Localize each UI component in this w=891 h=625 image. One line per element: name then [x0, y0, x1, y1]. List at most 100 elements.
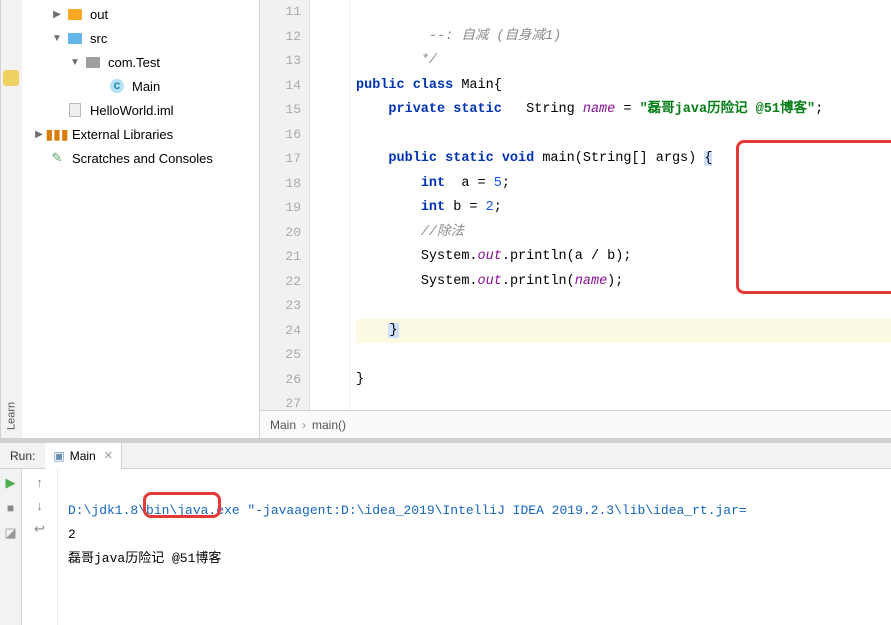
code-text: ; — [815, 102, 823, 117]
code-editor[interactable]: --: 自减 (自身减1) */ public class Main{ priv… — [350, 0, 891, 410]
code-text: name — [583, 102, 615, 117]
line-number: 12 — [260, 25, 301, 50]
tree-item-scratches[interactable]: ✎ Scratches and Consoles — [22, 146, 259, 170]
breadcrumb-item[interactable]: Main — [270, 418, 296, 432]
code-text: out — [478, 274, 502, 289]
console-line: 2 — [68, 527, 76, 542]
code-text: main(String[] args) — [534, 151, 704, 166]
code-text: int — [421, 176, 445, 191]
project-tree[interactable]: ▶ out ▼ src ▼ com.Test C Main Hello — [22, 0, 260, 438]
line-number: 15 — [260, 98, 301, 123]
highlight-box — [736, 140, 891, 294]
code-text: //除法 — [421, 225, 464, 240]
code-text: public class — [356, 78, 453, 93]
chevron-down-icon: ▼ — [50, 33, 64, 44]
line-number: 27 — [260, 392, 301, 410]
code-text: String — [502, 102, 583, 117]
gutter[interactable]: 11 12 13▶ 14 15 16▶ 17 18 19 20 21 22 23… — [260, 0, 310, 410]
chevron-right-icon: ▶ — [50, 9, 64, 20]
run-header: Run: ▣ Main ✕ — [0, 443, 891, 469]
console-line: D:\jdk1.8\bin\java.exe "-javaagent:D:\id… — [68, 503, 747, 518]
file-icon — [66, 101, 84, 119]
code-text: ; — [502, 176, 510, 191]
code-text: .println(a / b); — [502, 249, 632, 264]
line-number: 17 — [260, 147, 301, 172]
line-number: 26 — [260, 368, 301, 393]
run-toolbar-mid: ↑ ↓ ↩ — [22, 469, 58, 625]
tree-item-main-class[interactable]: C Main — [22, 74, 259, 98]
code-text: .println( — [502, 274, 575, 289]
line-number: 14 — [260, 74, 301, 99]
line-number: 19 — [260, 196, 301, 221]
code-text: */ — [421, 53, 437, 68]
learn-sidebar-tab[interactable]: Learn — [0, 0, 22, 438]
tree-item-iml[interactable]: HelloWorld.iml — [22, 98, 259, 122]
code-text: System. — [421, 249, 478, 264]
tree-item-package[interactable]: ▼ com.Test — [22, 50, 259, 74]
rerun-button[interactable]: ▶ — [6, 475, 16, 491]
code-text: "磊哥java历险记 @51博客" — [640, 102, 816, 117]
camera-icon[interactable]: ◪ — [4, 525, 16, 541]
run-label: Run: — [0, 449, 45, 463]
code-text: System. — [421, 274, 478, 289]
code-text: a = — [445, 176, 494, 191]
folder-icon — [66, 5, 84, 23]
class-icon: C — [108, 77, 126, 95]
tree-label: Main — [132, 79, 160, 94]
line-number: 11 — [260, 0, 301, 25]
code-text: private static — [388, 102, 501, 117]
close-icon[interactable]: ✕ — [104, 449, 113, 462]
code-text: 2 — [486, 200, 494, 215]
line-number: 13▶ — [260, 49, 301, 74]
line-number: 23 — [260, 294, 301, 319]
code-text: name — [575, 274, 607, 289]
line-number: 21 — [260, 245, 301, 270]
tree-label: HelloWorld.iml — [90, 103, 174, 118]
code-text: out — [478, 249, 502, 264]
code-text: 5 — [494, 176, 502, 191]
scratches-icon: ✎ — [48, 149, 66, 167]
code-text: { — [704, 151, 712, 166]
line-number: 20 — [260, 221, 301, 246]
code-text: int — [421, 200, 445, 215]
chevron-down-icon: ▼ — [68, 57, 82, 68]
code-text: public static void — [388, 151, 534, 166]
code-text: ; — [494, 200, 502, 215]
package-icon — [84, 53, 102, 71]
run-panel: Run: ▣ Main ✕ ▶ ■ ◪ ↑ ↓ ↩ D:\jdk1.8\bin\… — [0, 442, 891, 569]
run-toolbar-left: ▶ ■ ◪ — [0, 469, 22, 625]
application-icon: ▣ — [53, 449, 64, 463]
marker-column — [310, 0, 332, 410]
tree-label: Scratches and Consoles — [72, 151, 213, 166]
console-output[interactable]: D:\jdk1.8\bin\java.exe "-javaagent:D:\id… — [58, 469, 891, 625]
learn-label: Learn — [6, 402, 18, 430]
down-icon[interactable]: ↓ — [36, 498, 43, 513]
tree-item-out[interactable]: ▶ out — [22, 2, 259, 26]
code-text: = — [615, 102, 639, 117]
chevron-right-icon: ▶ — [32, 129, 46, 140]
folder-icon — [66, 29, 84, 47]
code-text: } — [356, 372, 364, 387]
chevron-right-icon: › — [302, 418, 306, 432]
code-text: b = — [445, 200, 486, 215]
stop-button[interactable]: ■ — [7, 501, 14, 515]
tree-label: src — [90, 31, 107, 46]
fold-column[interactable] — [332, 0, 350, 410]
code-text: ); — [607, 274, 623, 289]
breadcrumb-item[interactable]: main() — [312, 418, 346, 432]
tree-item-src[interactable]: ▼ src — [22, 26, 259, 50]
line-number: 25 — [260, 343, 301, 368]
run-tab[interactable]: ▣ Main ✕ — [45, 443, 122, 469]
console-line: 磊哥java历险记 @51博客 — [68, 551, 221, 566]
soft-wrap-icon[interactable]: ↩ — [34, 521, 45, 537]
editor-panel: 11 12 13▶ 14 15 16▶ 17 18 19 20 21 22 23… — [260, 0, 891, 438]
tree-label: com.Test — [108, 55, 160, 70]
tree-label: out — [90, 7, 108, 22]
tree-item-external-libs[interactable]: ▶ ▮▮▮ External Libraries — [22, 122, 259, 146]
line-number: 18 — [260, 172, 301, 197]
line-number: 22 — [260, 270, 301, 295]
up-icon[interactable]: ↑ — [36, 475, 43, 490]
cursor: } — [388, 323, 398, 338]
breadcrumbs[interactable]: Main › main() — [260, 410, 891, 438]
library-icon: ▮▮▮ — [48, 125, 66, 143]
